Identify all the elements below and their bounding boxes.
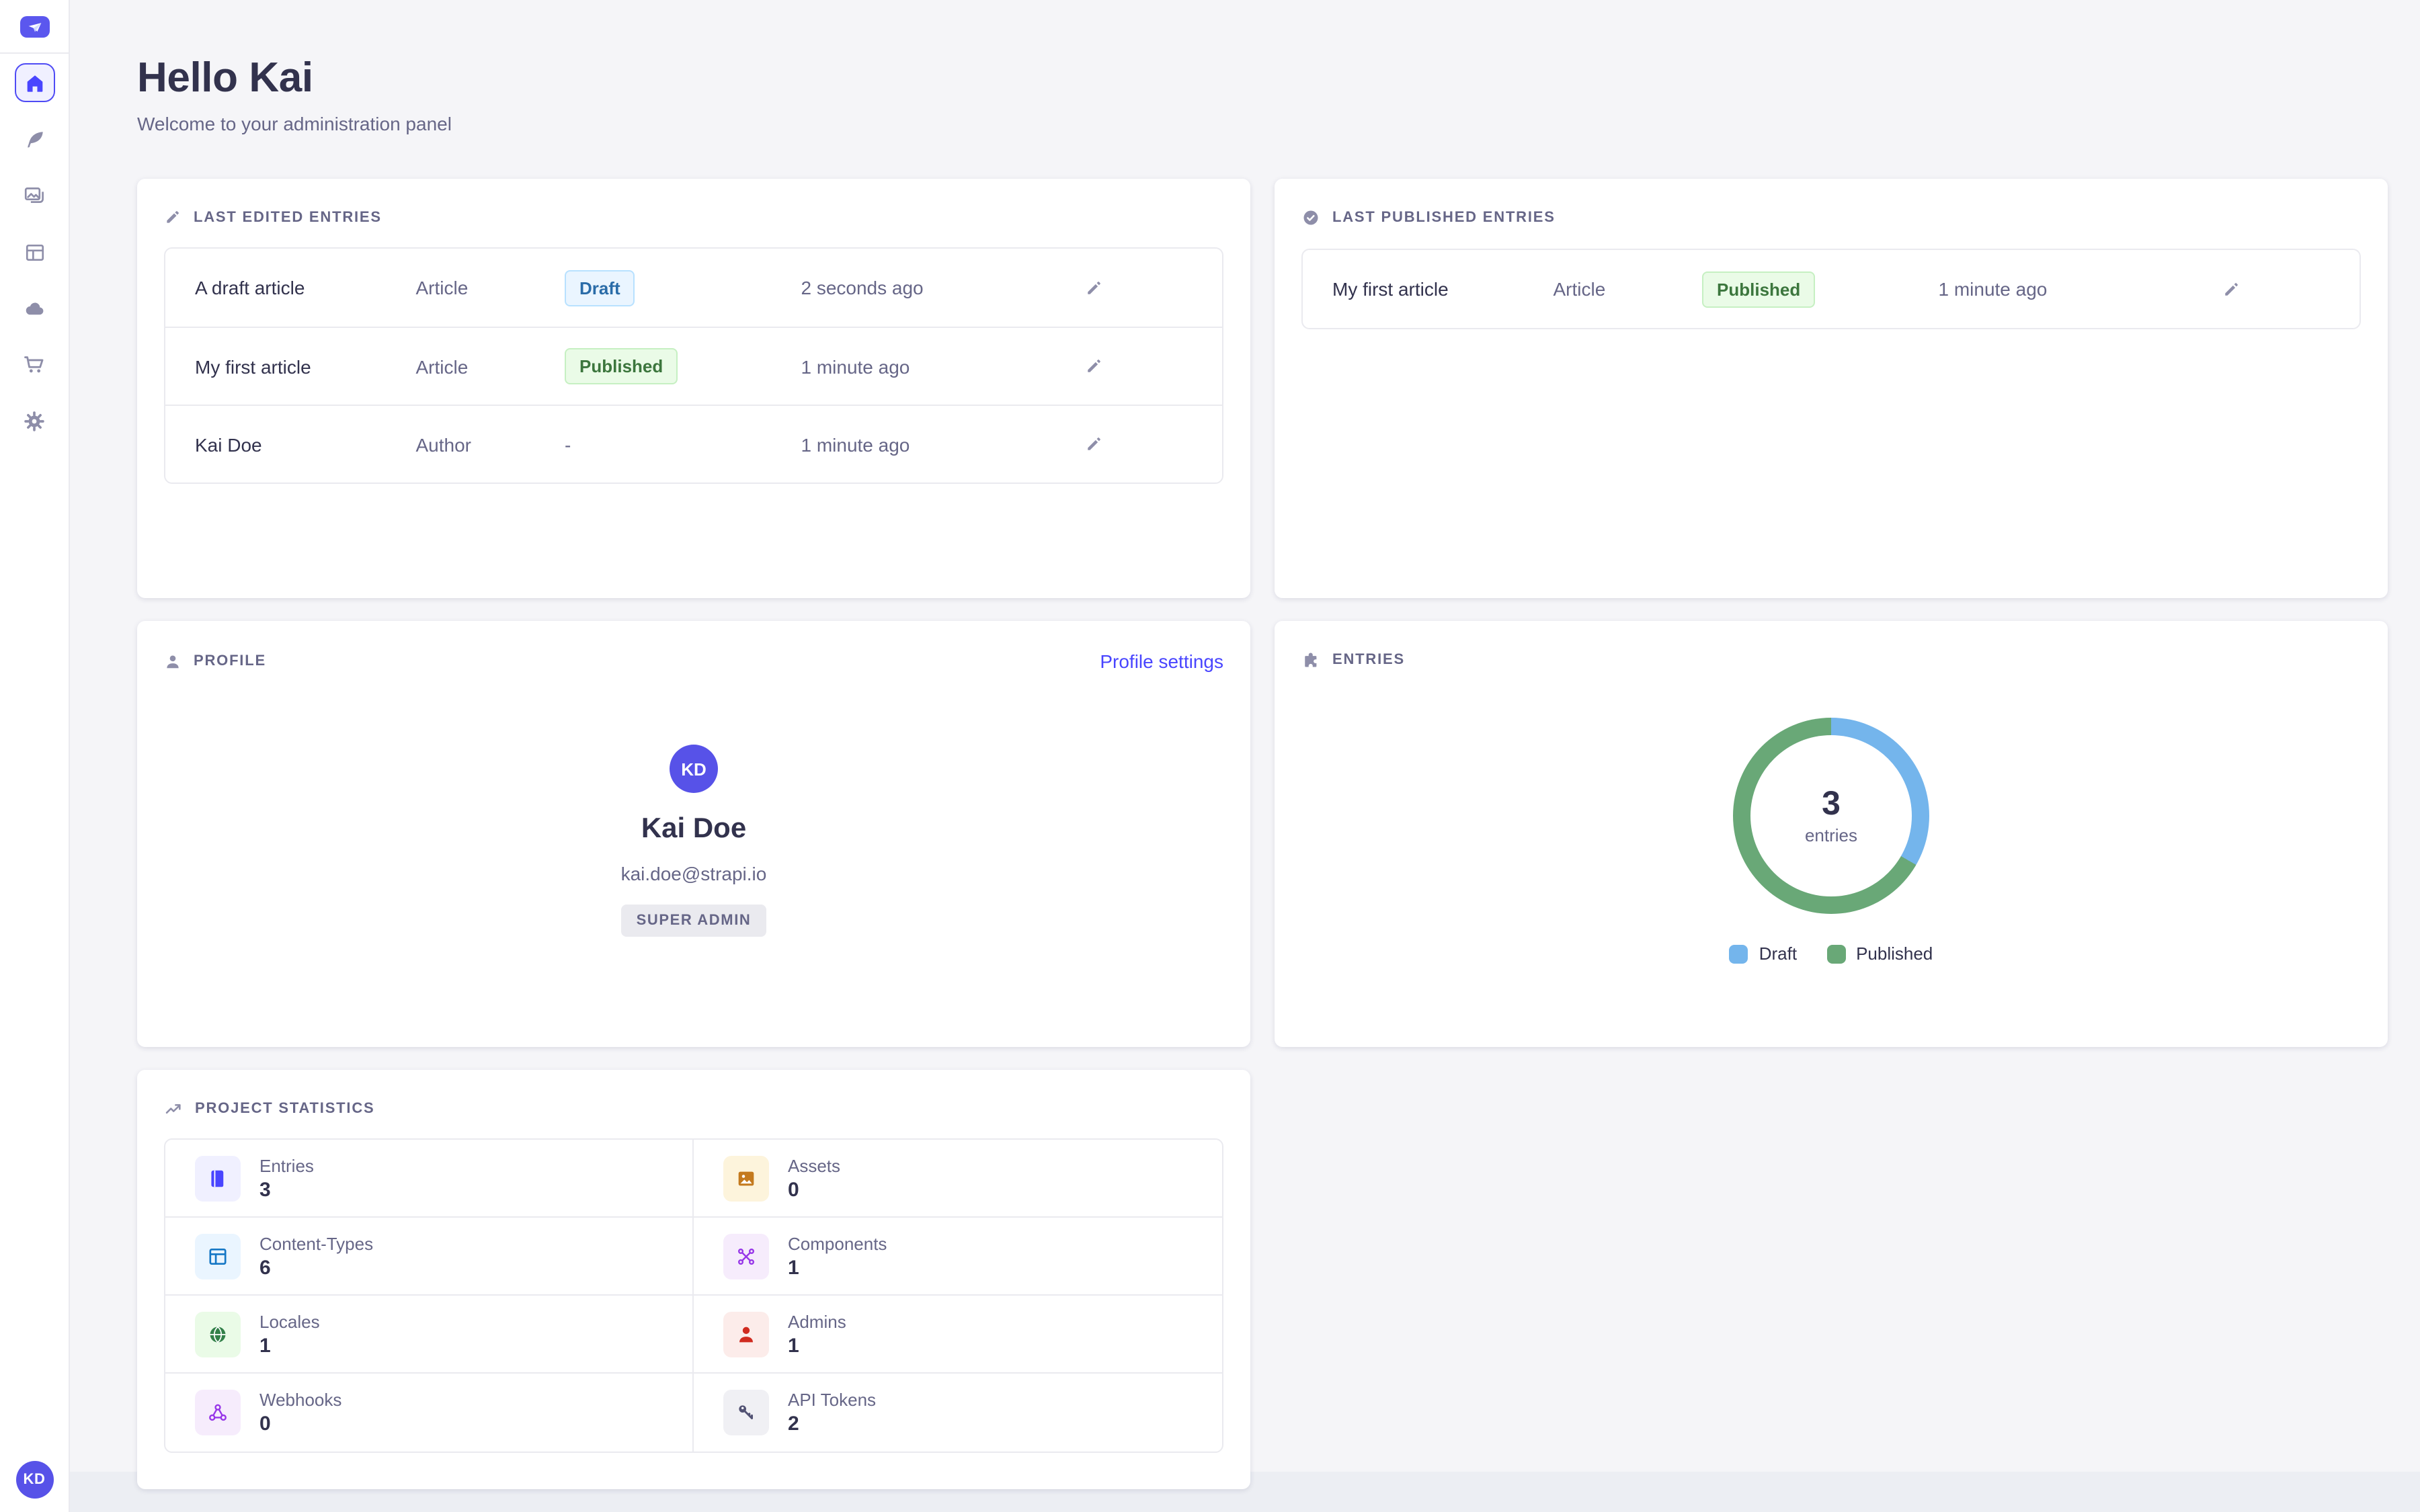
role-badge: SUPER ADMIN — [622, 905, 766, 937]
entries-chart-card: ENTRIES 3 entries Draft — [1275, 621, 2388, 1047]
draft-swatch — [1730, 944, 1748, 963]
last-edited-entries-card: LAST EDITED ENTRIES A draft article Arti… — [137, 179, 1250, 598]
sidebar: KD — [0, 0, 70, 1512]
card-title: LAST EDITED ENTRIES — [194, 209, 382, 225]
entry-name: A draft article — [195, 277, 416, 298]
stat-admins: Admins 1 — [694, 1296, 1222, 1374]
components-icon — [723, 1233, 769, 1279]
status-badge: Draft — [565, 269, 635, 306]
pencil-icon — [1084, 278, 1104, 298]
trending-up-icon — [164, 1099, 183, 1118]
profile-avatar: KD — [670, 745, 718, 793]
legend-item-draft: Draft — [1730, 943, 1797, 964]
quill-icon — [24, 128, 45, 150]
card-title: LAST PUBLISHED ENTRIES — [1332, 210, 1556, 226]
entry-type: Article — [416, 355, 565, 377]
layout-panel-icon — [24, 241, 45, 263]
last-edited-table: A draft article Article Draft 2 seconds … — [164, 247, 1223, 484]
profile-card: PROFILE Profile settings KD Kai Doe kai.… — [137, 621, 1250, 1047]
puzzle-icon — [1301, 650, 1320, 669]
cart-icon — [23, 353, 46, 376]
user-avatar[interactable]: KD — [15, 1461, 53, 1499]
sidebar-item-content-manager[interactable] — [14, 120, 54, 159]
sidebar-item-settings[interactable] — [14, 402, 54, 441]
page-subtitle: Welcome to your administration panel — [137, 113, 2388, 134]
edit-entry-button[interactable] — [2216, 274, 2251, 304]
entry-time: 2 seconds ago — [801, 277, 1078, 298]
stats-table: Entries 3 Assets 0 — [164, 1138, 1223, 1453]
stat-api-tokens: API Tokens 2 — [694, 1374, 1222, 1452]
key-icon — [723, 1390, 769, 1435]
donut-total: 3 — [1822, 787, 1841, 823]
sidebar-item-marketplace[interactable] — [14, 345, 54, 384]
home-icon — [24, 72, 45, 93]
strapi-admin-dashboard: KD Hello Kai Welcome to your administrat… — [0, 0, 2420, 1512]
book-icon — [195, 1155, 241, 1201]
entry-type: Author — [416, 433, 565, 455]
globe-icon — [195, 1311, 241, 1357]
sidebar-divider — [0, 52, 69, 54]
gear-icon — [23, 410, 46, 433]
strapi-logo[interactable] — [19, 16, 49, 38]
status-badge: Published — [1702, 271, 1815, 307]
published-swatch — [1826, 944, 1845, 963]
status-empty: - — [565, 433, 801, 455]
card-title: ENTRIES — [1332, 652, 1405, 668]
entry-name: My first article — [195, 355, 416, 377]
last-published-entries-card: LAST PUBLISHED ENTRIES My first article … — [1275, 179, 2388, 598]
stat-entries: Entries 3 — [165, 1140, 694, 1218]
entries-donut: 3 entries — [1733, 718, 1929, 914]
table-row[interactable]: Kai Doe Author - 1 minute ago — [165, 405, 1222, 482]
donut-unit: entries — [1805, 825, 1857, 845]
entry-name: My first article — [1332, 278, 1554, 300]
check-circle-icon — [1301, 208, 1320, 227]
sidebar-nav — [14, 63, 54, 441]
pencil-icon — [2221, 279, 2241, 299]
stat-components: Components 1 — [694, 1218, 1222, 1296]
profile-email: kai.doe@strapi.io — [621, 863, 767, 884]
table-row[interactable]: My first article Article Published 1 min… — [1303, 250, 2360, 328]
entry-type: Article — [416, 277, 565, 298]
chart-legend: Draft Published — [1730, 943, 1933, 964]
cloud-icon — [23, 297, 46, 320]
pencil-icon — [1084, 434, 1104, 454]
project-statistics-card: PROJECT STATISTICS Entries 3 — [137, 1070, 1250, 1489]
pencil-icon — [1084, 356, 1104, 376]
person-icon — [164, 653, 182, 670]
last-published-table: My first article Article Published 1 min… — [1301, 249, 2361, 329]
entry-time: 1 minute ago — [801, 355, 1078, 377]
card-title: PROJECT STATISTICS — [195, 1101, 375, 1117]
webhook-icon — [195, 1390, 241, 1435]
sidebar-item-deploy[interactable] — [14, 289, 54, 328]
layout-icon — [195, 1233, 241, 1279]
strapi-logo-glyph — [25, 19, 44, 35]
edit-entry-button[interactable] — [1078, 272, 1113, 303]
pictures-icon — [23, 184, 46, 207]
profile-settings-link[interactable]: Profile settings — [1100, 650, 1223, 672]
status-badge: Published — [565, 348, 678, 384]
entry-time: 1 minute ago — [801, 433, 1078, 455]
main-content: Hello Kai Welcome to your administration… — [70, 0, 2420, 1512]
sidebar-item-home[interactable] — [14, 63, 54, 102]
sidebar-item-media-library[interactable] — [14, 176, 54, 215]
table-row[interactable]: My first article Article Published 1 min… — [165, 327, 1222, 405]
table-row[interactable]: A draft article Article Draft 2 seconds … — [165, 249, 1222, 327]
image-icon — [723, 1155, 769, 1201]
page-title: Hello Kai — [137, 54, 2388, 102]
stat-locales: Locales 1 — [165, 1296, 694, 1374]
pencil-icon — [164, 208, 182, 226]
edit-entry-button[interactable] — [1078, 351, 1113, 382]
entry-name: Kai Doe — [195, 433, 416, 455]
stat-webhooks: Webhooks 0 — [165, 1374, 694, 1452]
entry-type: Article — [1554, 278, 1703, 300]
card-title: PROFILE — [194, 653, 266, 669]
entry-time: 1 minute ago — [1938, 278, 2216, 300]
sidebar-item-content-type-builder[interactable] — [14, 233, 54, 271]
admin-person-icon — [723, 1311, 769, 1357]
stat-assets: Assets 0 — [694, 1140, 1222, 1218]
stat-content-types: Content-Types 6 — [165, 1218, 694, 1296]
profile-name: Kai Doe — [641, 813, 746, 845]
legend-item-published: Published — [1826, 943, 1933, 964]
edit-entry-button[interactable] — [1078, 429, 1113, 460]
